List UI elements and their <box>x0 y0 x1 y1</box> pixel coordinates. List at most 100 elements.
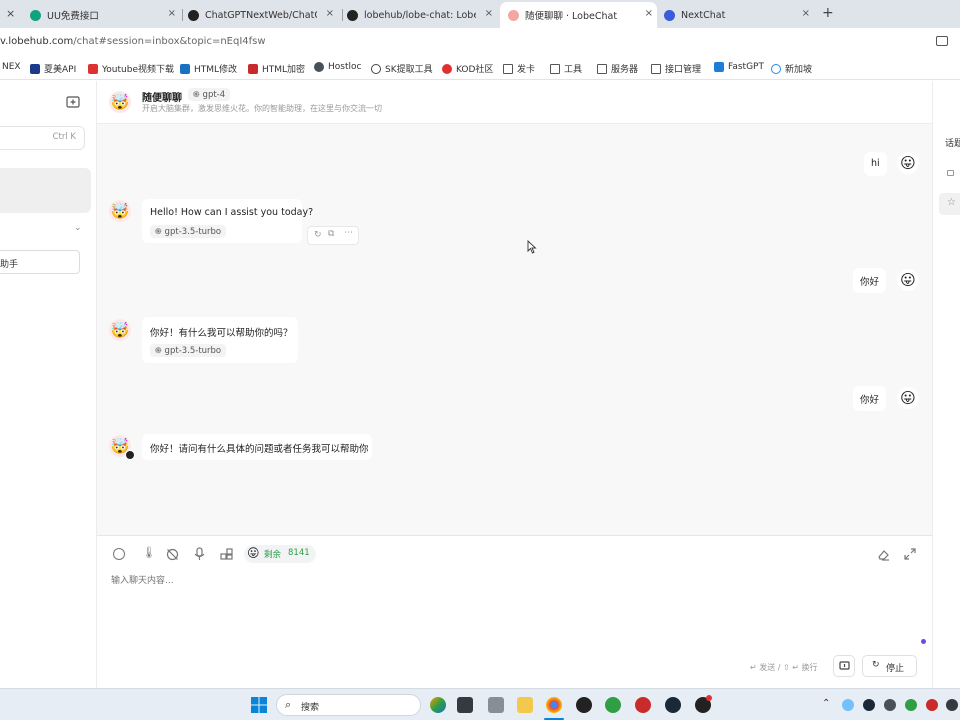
bookmark-item[interactable]: 新加坡 <box>771 62 812 75</box>
bookmark-icon <box>371 63 381 74</box>
chat-subtitle: 开启大脑集群，激发思维火花。你的智能助理，在这里与你交流一切 <box>142 104 382 113</box>
bookmark-item[interactable]: Hostloc <box>314 62 361 72</box>
more-icon[interactable]: ⋯ <box>344 228 353 238</box>
assistant-avatar[interactable]: 🤯 <box>109 200 131 222</box>
topic-item-active[interactable]: ☆ <box>939 193 960 215</box>
tray-icon[interactable] <box>946 699 958 711</box>
message-text: 你好 <box>860 277 880 288</box>
address-bar[interactable]: v.lobehub.com/chat#session=inbox&topic=n… <box>0 28 960 56</box>
bookmark-item[interactable]: 夏美API <box>30 62 76 75</box>
status-dot <box>921 639 926 644</box>
task-view-icon[interactable] <box>457 697 473 713</box>
user-message: hi <box>864 152 887 176</box>
calculator-icon[interactable] <box>488 697 504 713</box>
new-chat-icon[interactable] <box>66 96 80 110</box>
bookmark-item[interactable]: SK提取工具 <box>371 62 433 75</box>
message-text: hi <box>871 158 880 169</box>
openai-icon <box>30 9 41 21</box>
taskbar-search[interactable]: ⌕ 搜索 <box>276 694 421 716</box>
chevron-up-icon[interactable]: ⌃ <box>822 698 830 709</box>
topic-panel: 话题 ☆ <box>932 81 960 688</box>
assistant-list-item[interactable]: 助手 <box>0 250 80 274</box>
bookmark-item[interactable]: HTML修改 <box>180 62 237 75</box>
tray-icon[interactable] <box>884 699 896 711</box>
bookmark-item[interactable]: NEX <box>2 62 21 72</box>
user-avatar[interactable]: 😛 <box>897 152 919 174</box>
send-options-button[interactable] <box>833 655 855 677</box>
copy-icon[interactable]: ⧉ <box>328 229 334 239</box>
stop-button[interactable]: ↻ 停止 <box>862 655 917 677</box>
microphone-icon[interactable] <box>194 547 205 561</box>
eraser-icon[interactable] <box>877 548 890 561</box>
chat-input[interactable] <box>111 573 811 589</box>
steam-tray-icon[interactable] <box>863 699 875 711</box>
topic-icon[interactable] <box>947 170 954 176</box>
bookmark-item[interactable]: KOD社区 <box>442 62 493 75</box>
assistant-avatar[interactable]: 🤯 <box>109 91 131 113</box>
file-explorer-icon[interactable] <box>517 697 533 713</box>
new-tab-button[interactable]: + <box>822 5 834 21</box>
folder-icon <box>550 63 560 74</box>
bookmark-item[interactable]: FastGPT <box>714 62 764 72</box>
vivaldi-icon[interactable] <box>635 697 651 713</box>
tab-uu[interactable]: UU免费接口 × <box>30 4 180 26</box>
bookmark-label: SK提取工具 <box>385 65 433 75</box>
install-app-icon[interactable] <box>936 36 948 46</box>
user-avatar[interactable]: 😛 <box>897 387 919 409</box>
tab-lobechat-active[interactable]: 随便聊聊 · LobeChat × <box>500 2 657 28</box>
youtube-icon <box>88 63 98 74</box>
bookmark-icon <box>314 62 324 72</box>
message-text: Hello! How can I assist you today? <box>150 207 314 218</box>
chat-main: 🤯 随便聊聊 ֍ gpt-4 开启大脑集群，激发思维火花。你的智能助理，在这里与你… <box>97 81 932 688</box>
bookmark-item[interactable]: Youtube视频下载 <box>88 62 174 75</box>
chrome-icon[interactable] <box>546 697 562 713</box>
wechat-tray-icon[interactable] <box>905 699 917 711</box>
page-title: 随便聊聊 <box>142 93 182 104</box>
bookmark-folder[interactable]: 服务器 <box>597 62 638 75</box>
tab-close-icon[interactable]: × <box>326 8 334 19</box>
user-message: 你好 <box>853 386 886 411</box>
steam-icon[interactable] <box>665 697 681 713</box>
url-host: v.lobehub.com <box>0 36 74 47</box>
tab-close-icon[interactable]: × <box>645 8 653 19</box>
windows-start-icon[interactable] <box>251 697 267 713</box>
bookmark-label: HTML修改 <box>194 65 238 75</box>
tab-close-icon[interactable]: × <box>802 8 810 19</box>
expand-icon[interactable] <box>904 548 916 560</box>
bookmark-item[interactable]: HTML加密 <box>248 62 305 75</box>
openai-icon: ֍ <box>193 90 200 99</box>
assistant-avatar[interactable]: 🤯 <box>109 319 131 341</box>
tab-nextweb-github[interactable]: ChatGPTNextWeb/ChatGPT- × <box>188 4 338 26</box>
vivaldi-tray-icon[interactable] <box>926 699 938 711</box>
tab-lobechat-github[interactable]: lobehub/lobe-chat: Lobe × <box>347 4 497 26</box>
bookmark-folder[interactable]: 工具 <box>550 62 582 75</box>
assistant-message: 你好！请问有什么具体的问题或者任务我可以帮助你 <box>142 434 372 460</box>
widgets-icon[interactable] <box>430 697 446 713</box>
model-tag[interactable]: ֍ gpt-4 <box>188 88 231 101</box>
tab-close-icon[interactable]: × <box>485 8 493 19</box>
cloud-icon <box>771 63 781 74</box>
tray-icon[interactable] <box>842 699 854 711</box>
loading-indicator-icon <box>125 450 135 460</box>
active-session-item[interactable] <box>0 168 91 213</box>
input-area: 🌡︎ 😛 剩余 8141 ↵ 发送 / ⇧ ↵ 换行 <box>97 535 932 688</box>
chevron-down-icon[interactable]: ⌄ <box>74 223 82 233</box>
plugin-icon[interactable] <box>220 548 233 561</box>
qq-icon[interactable] <box>576 697 592 713</box>
tab-close-icon[interactable]: × <box>168 8 176 19</box>
history-off-icon[interactable] <box>166 548 179 561</box>
temperature-icon[interactable]: 🌡︎ <box>142 546 156 559</box>
token-usage-badge[interactable]: 😛 剩余 8141 <box>244 545 316 563</box>
bookmark-folder[interactable]: 发卡 <box>503 62 535 75</box>
github-icon <box>347 9 358 21</box>
wechat-icon[interactable] <box>605 697 621 713</box>
search-input[interactable]: Ctrl K <box>0 126 85 150</box>
user-avatar[interactable]: 😛 <box>897 269 919 291</box>
url-text[interactable]: v.lobehub.com/chat#session=inbox&topic=n… <box>0 36 266 47</box>
model-switch-icon[interactable] <box>113 548 125 560</box>
search-icon: ⌕ <box>285 698 292 711</box>
bookmark-folder[interactable]: 接口管理 <box>651 62 701 75</box>
tab-nextchat[interactable]: NextChat × <box>664 4 814 26</box>
tab-close-icon[interactable]: × <box>6 7 15 20</box>
regenerate-icon[interactable]: ↻ <box>314 230 322 240</box>
